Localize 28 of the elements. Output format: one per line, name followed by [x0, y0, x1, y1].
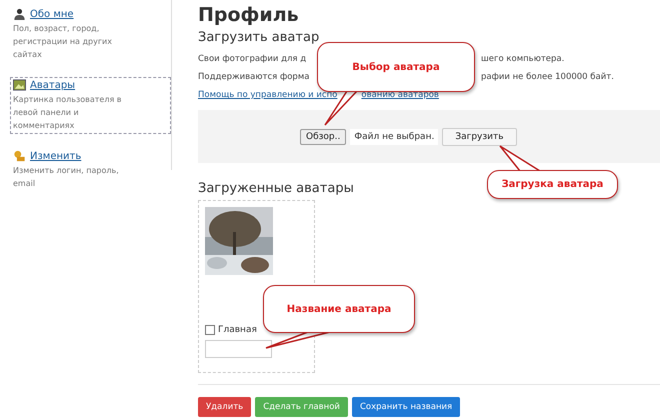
action-button[interactable]: Сохранить названия [352, 397, 460, 417]
info-text: Поддерживаются форма [198, 72, 310, 82]
section-heading: Загруженные аватары [198, 181, 354, 196]
sidebar-description: Пол, возраст, город, регистрации на других сайтах [13, 23, 113, 61]
info-text: рафии не более 100000 байт. [481, 72, 614, 82]
section-heading: Загрузить аватар [198, 30, 320, 45]
sidebar-item[interactable]: Обо мне Пол, возраст, город, регистрации на других сайтах [10, 6, 171, 63]
sidebar-description: Картинка пользователя в левой панели и комментариях [13, 94, 123, 132]
sidebar-item[interactable]: Аватары Картинка пользователя в левой панели и комментариях [10, 77, 171, 134]
upload-button[interactable]: Загрузить [442, 128, 517, 146]
image-icon [13, 79, 26, 91]
sidebar-description: Изменить логин, пароль, email [13, 165, 120, 190]
person-icon [13, 8, 26, 20]
page-title: Профиль [198, 4, 300, 26]
sidebar-link[interactable]: Изменить [30, 150, 82, 162]
help-link[interactable]: ованию аватаров [361, 90, 439, 100]
sidebar-item[interactable]: Изменить Изменить логин, пароль, email [10, 148, 171, 192]
info-text: шего компьютера. [481, 54, 564, 64]
sidebar-link[interactable]: Обо мне [30, 8, 74, 20]
action-button[interactable]: Удалить [198, 397, 252, 417]
sidebar-link[interactable]: Аватары [30, 80, 76, 90]
file-status: Файл не выбран. [350, 128, 438, 144]
info-text: Свои фотографии для д [198, 54, 306, 64]
browse-button[interactable]: Обзор.. [300, 128, 346, 144]
help-link[interactable]: Помощь по управлению и испо [198, 90, 338, 100]
name-field[interactable] [205, 340, 272, 358]
checkbox[interactable] [205, 325, 215, 335]
checkbox-label: Главная [218, 325, 257, 335]
